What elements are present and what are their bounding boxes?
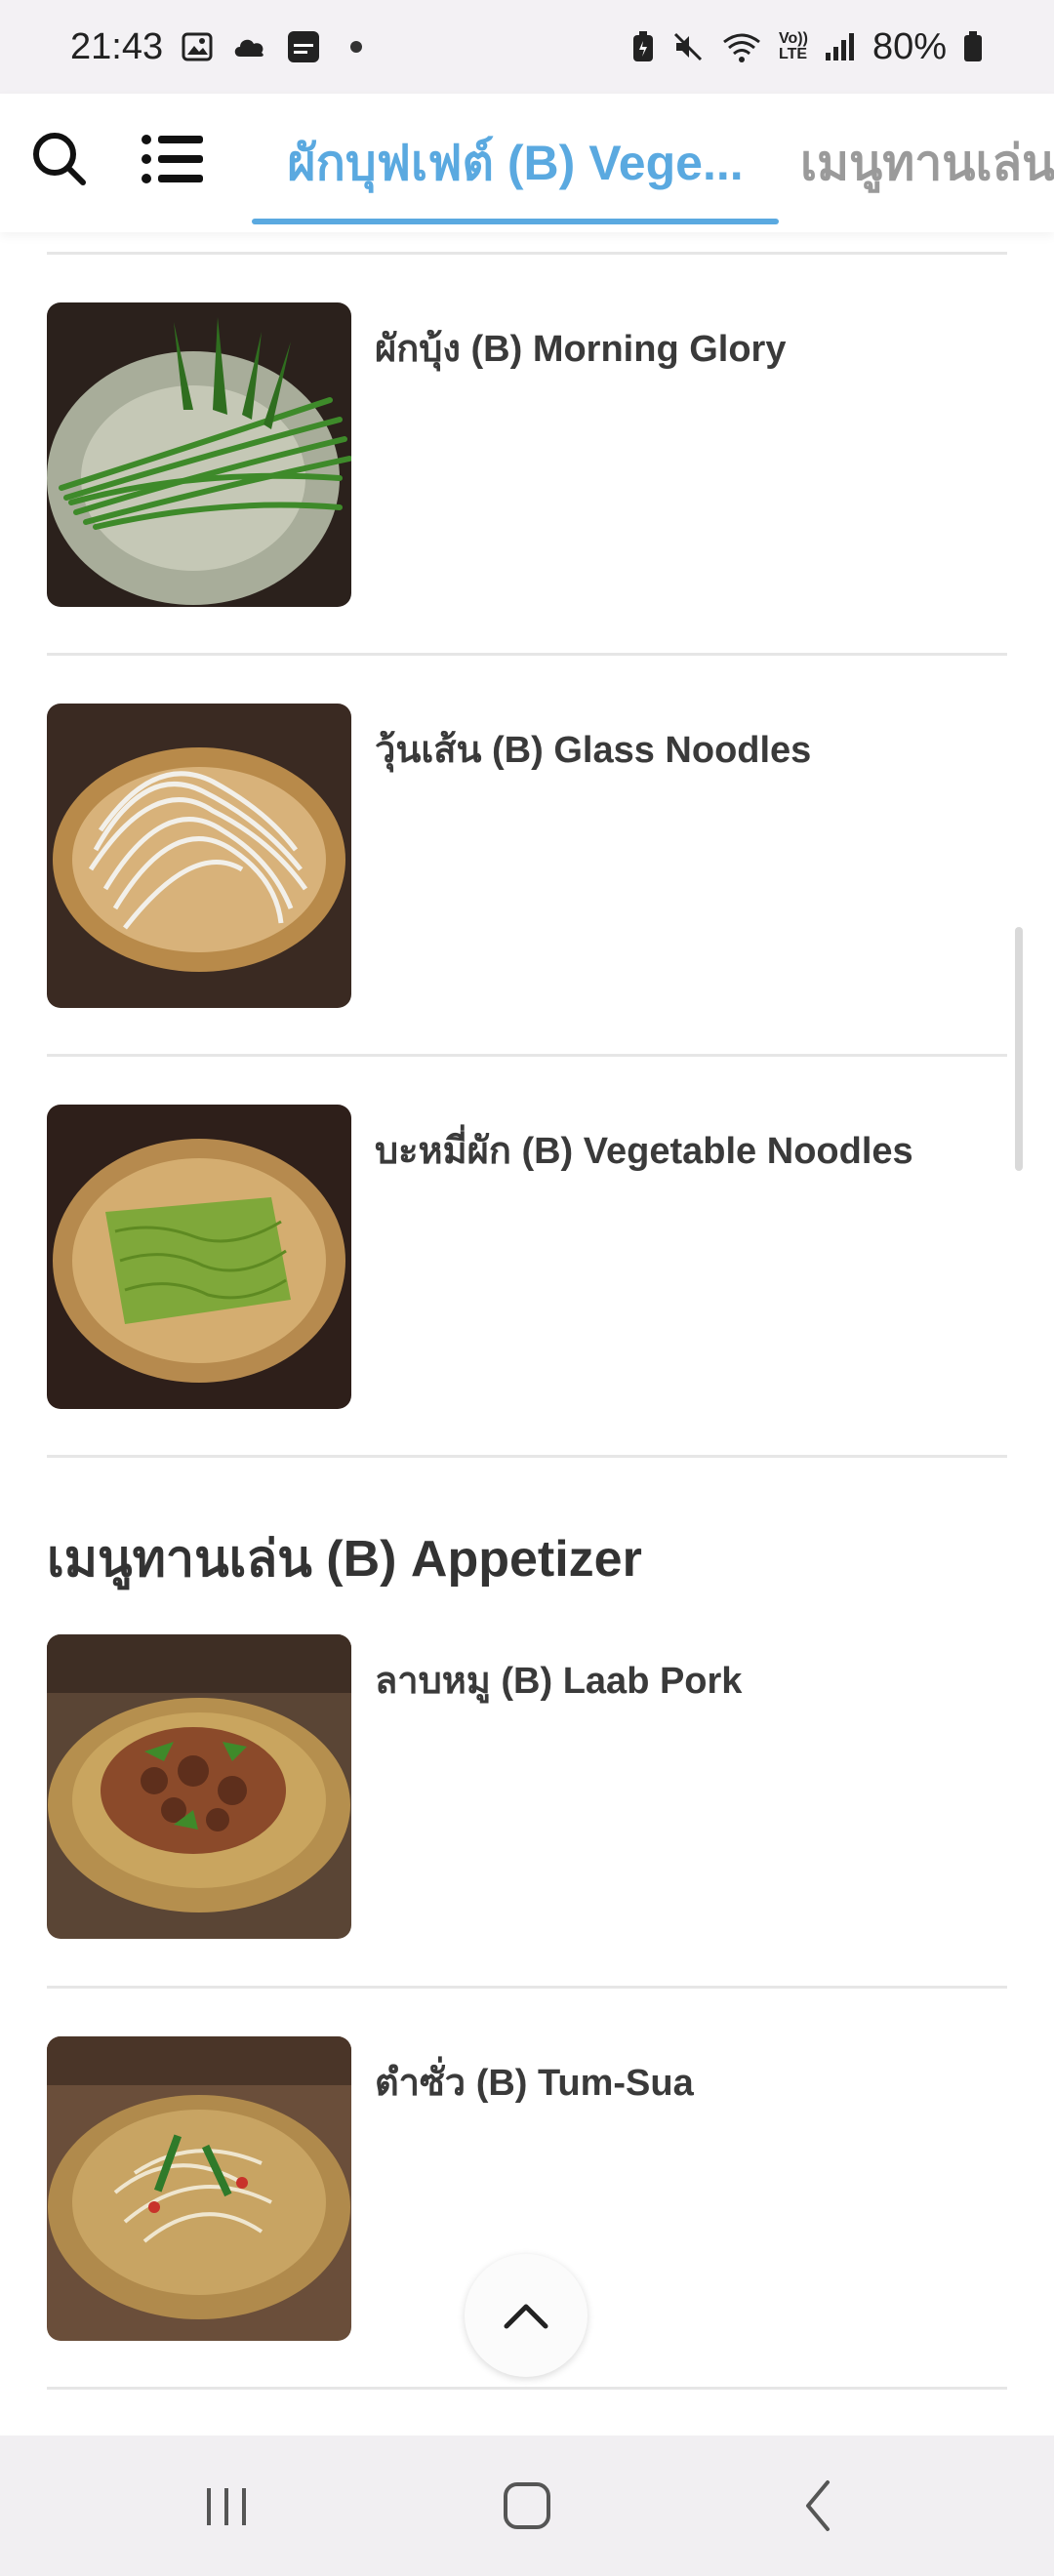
active-tab-indicator xyxy=(252,219,779,224)
lte-label: LTE xyxy=(779,46,808,62)
battery-saver-icon xyxy=(633,31,654,61)
scroll-to-top-button[interactable] xyxy=(465,2254,588,2377)
menu-item-glass-noodles[interactable]: วุ้นเส้น (B) Glass Noodles xyxy=(47,704,1007,1008)
status-time: 21:43 xyxy=(70,25,164,67)
system-navigation-bar xyxy=(0,2435,1054,2576)
signal-icon xyxy=(825,33,854,60)
item-divider xyxy=(47,1054,1007,1057)
home-icon[interactable] xyxy=(496,2475,558,2537)
menu-item-laab-pork[interactable]: ลาบหมู (B) Laab Pork xyxy=(47,1634,1007,1939)
search-icon[interactable] xyxy=(29,129,88,187)
samsung-notes-icon xyxy=(288,31,320,62)
chevron-up-icon xyxy=(504,2304,548,2329)
menu-item-image xyxy=(47,2036,351,2341)
status-bar: 21:43 Vo)) LTE 80% xyxy=(0,0,1054,94)
cloud-icon xyxy=(234,39,264,57)
volte-icon: Vo)) LTE xyxy=(779,31,808,62)
back-icon[interactable] xyxy=(789,2475,851,2537)
category-list-icon[interactable] xyxy=(141,133,203,185)
section-title-appetizer: เมนูทานเล่น (B) Appetizer xyxy=(47,1531,642,1588)
tab-appetizer[interactable]: เมนูทานเล่น xyxy=(800,94,1054,232)
menu-item-image xyxy=(47,302,351,607)
tab-appetizer-label: เมนูทานเล่น xyxy=(800,135,1054,190)
battery-icon xyxy=(964,31,982,61)
item-divider xyxy=(47,252,1007,255)
menu-item-morning-glory[interactable]: ผักบุ้ง (B) Morning Glory xyxy=(47,302,1007,607)
menu-item-title: วุ้นเส้น (B) Glass Noodles xyxy=(375,730,812,771)
recent-apps-icon[interactable] xyxy=(195,2475,258,2537)
battery-percent: 80% xyxy=(872,25,947,67)
category-tab-bar: ผักบุฟเฟต์ (B) Vege... เมนูทานเล่น xyxy=(0,94,1054,232)
tab-vegetable-buffet-label: ผักบุฟเฟต์ (B) Vege... xyxy=(287,135,744,190)
menu-item-image xyxy=(47,1634,351,1939)
mute-icon xyxy=(673,32,703,61)
item-divider xyxy=(47,1986,1007,1989)
item-divider xyxy=(47,2387,1007,2390)
menu-item-title: บะหมี่ผัก (B) Vegetable Noodles xyxy=(375,1131,913,1172)
menu-item-title: ลาบหมู (B) Laab Pork xyxy=(375,1661,743,1702)
tab-vegetable-buffet[interactable]: ผักบุฟเฟต์ (B) Vege... xyxy=(252,94,779,232)
menu-item-title: ผักบุ้ง (B) Morning Glory xyxy=(375,329,787,370)
menu-item-image xyxy=(47,1105,351,1409)
scrollbar[interactable] xyxy=(1015,927,1023,1171)
volte-label: Vo)) xyxy=(779,30,808,47)
item-divider xyxy=(47,1455,1007,1458)
menu-item-vegetable-noodles[interactable]: บะหมี่ผัก (B) Vegetable Noodles xyxy=(47,1105,1007,1409)
menu-item-title: ตำซั่ว (B) Tum-Sua xyxy=(375,2063,694,2104)
item-divider xyxy=(47,653,1007,656)
wifi-icon xyxy=(723,33,760,62)
notification-dot-icon xyxy=(350,41,363,53)
gallery-icon xyxy=(182,32,213,61)
menu-item-image xyxy=(47,704,351,1008)
